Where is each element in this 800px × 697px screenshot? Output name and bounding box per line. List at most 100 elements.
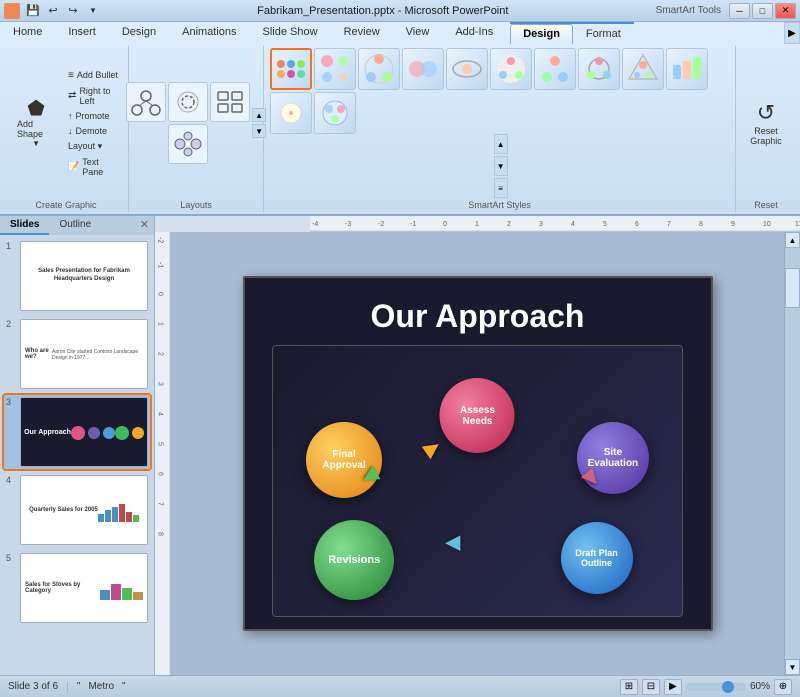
text-pane-button[interactable]: 📝 Text Pane [64,155,122,179]
tab-smartart-design[interactable]: Design [510,24,573,44]
slide-preview-4: Quarterly Sales for 2005 [20,475,148,545]
slide-preview-3: Our Approach [20,397,148,467]
slide-preview-2: Who are we? Aaron Cite started Contoso L… [20,319,148,389]
slides-panel-close[interactable]: ✕ [135,216,154,235]
svg-text:3: 3 [157,382,164,386]
slide-thumb-5[interactable]: 5 Sales for Stoves by Category [4,551,150,625]
scroll-track[interactable] [785,248,800,659]
tab-review[interactable]: Review [331,22,393,44]
tab-addins[interactable]: Add-Ins [442,22,506,44]
slide-num-5: 5 [6,553,16,563]
scrollbar-vertical[interactable]: ▲ ▼ [784,232,800,675]
ribbon: Home Insert Design Animations Slide Show… [0,22,800,216]
slideshow-button[interactable]: ▶ [664,679,682,695]
style-item-9[interactable] [622,48,664,90]
add-shape-button[interactable]: ⬟ Add Shape ▼ [10,94,62,153]
svg-text:-1: -1 [410,221,416,228]
status-right: ⊞ ⊟ ▶ 60% ⊕ [620,679,792,695]
circle-assess[interactable]: AssessNeeds [440,378,515,453]
circle-draft-label: Draft PlanOutline [575,548,618,568]
svg-text:4: 4 [157,412,164,416]
style-item-2[interactable] [314,48,356,90]
promote-button[interactable]: ↑ Promote [64,109,122,123]
create-graphic-label: Create Graphic [36,198,97,210]
tab-design[interactable]: Design [109,22,169,44]
close-button[interactable]: ✕ [775,3,796,19]
minimize-button[interactable]: ─ [729,3,750,19]
styles-scroll-up[interactable]: ▲ [494,134,508,154]
layout-item-1[interactable] [126,82,166,122]
styles-expand[interactable]: ≡ [494,178,508,198]
add-bullet-button[interactable]: ≡ Add Bullet [64,68,122,83]
scroll-down-button[interactable]: ▼ [785,659,800,675]
layout-button[interactable]: Layout ▾ [64,139,122,154]
style-item-10[interactable] [666,48,708,90]
smartart-tab-group: Design Format [510,22,634,44]
smartart-tools-label: SmartArt Tools [656,5,721,16]
styles-scroll-down[interactable]: ▼ [494,156,508,176]
svg-text:1: 1 [475,221,479,228]
reset-graphic-button[interactable]: ↺ ResetGraphic [743,95,789,151]
reset-graphic-label: ResetGraphic [750,126,782,146]
style-item-12[interactable] [314,92,356,134]
slide-thumb-3[interactable]: 3 Our Approach [4,395,150,469]
qat-redo[interactable]: ↪ [64,3,82,19]
qat-undo[interactable]: ↩ [44,3,62,19]
svg-text:1: 1 [157,322,164,326]
tab-smartart-format[interactable]: Format [573,24,634,44]
style-item-5[interactable] [446,48,488,90]
style-item-3[interactable] [358,48,400,90]
circle-revisions[interactable]: Revisions [314,520,394,600]
demote-button[interactable]: ↓ Demote [64,124,122,138]
svg-text:-1: -1 [157,262,164,268]
zoom-level: 60% [750,681,770,692]
slides-tabs: Slides Outline ✕ [0,216,154,235]
slide-sorter-button[interactable]: ⊟ [642,679,660,695]
style-item-11[interactable] [270,92,312,134]
slide-num-1: 1 [6,241,16,251]
svg-text:-4: -4 [312,221,318,228]
style-item-8[interactable] [578,48,620,90]
svg-text:10: 10 [763,221,771,228]
style-item-6[interactable] [490,48,532,90]
tab-outline[interactable]: Outline [49,216,101,235]
slide-thumb-2[interactable]: 2 Who are we? Aaron Cite started Contoso… [4,317,150,391]
svg-text:-2: -2 [157,237,164,243]
ribbon-scroll-right[interactable]: ▶ [784,22,800,44]
smartart-styles-group: ▲ ▼ ≡ SmartArt Styles [264,46,736,212]
zoom-slider[interactable] [686,683,746,691]
style-item-4[interactable] [402,48,444,90]
style-item-7[interactable] [534,48,576,90]
tab-slideshow[interactable]: Slide Show [250,22,331,44]
svg-text:2: 2 [157,352,164,356]
slides-list: 1 Sales Presentation for Fabrikam Headqu… [0,235,154,675]
scroll-up-button[interactable]: ▲ [785,232,800,248]
layout-item-3[interactable] [210,82,250,122]
maximize-button[interactable]: □ [752,3,773,19]
right-to-left-button[interactable]: ⇄ Right to Left [64,84,122,108]
circle-draft[interactable]: Draft PlanOutline [561,522,633,594]
slide-thumb-4[interactable]: 4 Quarterly Sales for 2005 [4,473,150,547]
tab-animations[interactable]: Animations [169,22,249,44]
ribbon-content: ⬟ Add Shape ▼ ≡ Add Bullet ⇄ Right to Le… [0,44,800,214]
reset-icon: ↺ [757,100,775,126]
layout-item-2[interactable] [168,82,208,122]
svg-text:7: 7 [157,502,164,506]
tab-insert[interactable]: Insert [55,22,109,44]
slide-canvas-area[interactable]: Our Approach AssessNeeds SiteEvaluation [171,232,784,675]
fit-slide-button[interactable]: ⊕ [774,679,792,695]
style-item-1[interactable] [270,48,312,90]
tab-home[interactable]: Home [0,22,55,44]
tab-view[interactable]: View [393,22,443,44]
zoom-thumb[interactable] [722,681,734,693]
title-bar-text: Fabrikam_Presentation.pptx - Microsoft P… [110,5,656,17]
scroll-thumb[interactable] [785,268,800,308]
slide-thumb-1[interactable]: 1 Sales Presentation for Fabrikam Headqu… [4,239,150,313]
title-bar: 💾 ↩ ↪ ▼ Fabrikam_Presentation.pptx - Mic… [0,0,800,22]
layout-item-4[interactable] [168,124,208,164]
qat-save[interactable]: 💾 [24,3,42,19]
add-shape-icon: ⬟ [27,99,44,119]
normal-view-button[interactable]: ⊞ [620,679,638,695]
tab-slides[interactable]: Slides [0,216,49,235]
qat-dropdown[interactable]: ▼ [84,3,102,19]
